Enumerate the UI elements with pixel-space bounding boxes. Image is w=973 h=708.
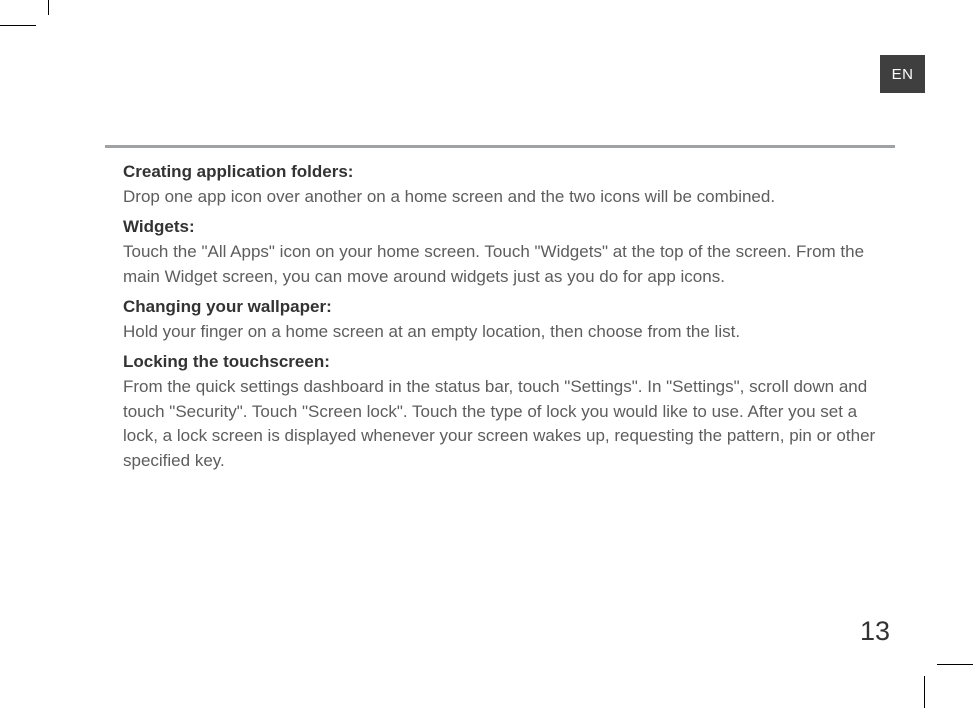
section-heading: Creating application folders: [123,160,880,185]
section-body: Drop one app icon over another on a home… [123,185,880,210]
language-tab: EN [880,55,925,93]
page-container: EN Creating application folders: Drop on… [48,25,925,665]
section-body: Hold your finger on a home screen at an … [123,320,880,345]
section-heading: Widgets: [123,215,880,240]
crop-mark [924,676,925,708]
language-label: EN [892,66,914,83]
section-heading: Locking the touchscreen: [123,350,880,375]
section-body: From the quick settings dashboard in the… [123,375,880,474]
crop-mark [0,25,36,26]
section-divider [105,145,895,148]
page-number: 13 [860,616,890,647]
content-area: Creating application folders: Drop one a… [123,160,880,476]
section-heading: Changing your wallpaper: [123,295,880,320]
section-body: Touch the "All Apps" icon on your home s… [123,240,880,289]
crop-mark [937,664,973,665]
crop-mark [48,0,49,15]
